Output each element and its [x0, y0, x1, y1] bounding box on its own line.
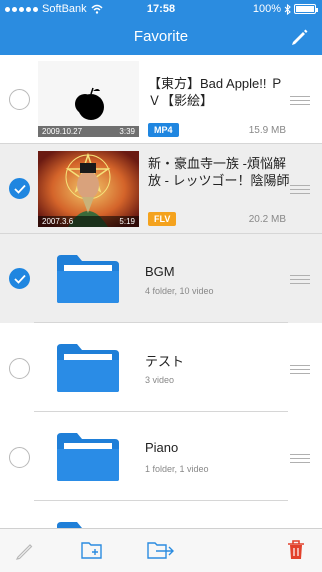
- folder-name: テスト: [145, 354, 185, 369]
- format-badge: MP4: [148, 123, 179, 137]
- video-title: 【東方】Bad Apple!! ＰＶ【影絵】: [148, 76, 284, 108]
- pencil-icon[interactable]: [14, 539, 36, 561]
- select-checkbox[interactable]: [9, 89, 30, 110]
- folder-info: 1 folder, 1 video: [145, 464, 209, 474]
- video-thumbnail: 2009.10.27 3:39: [38, 61, 139, 137]
- video-row[interactable]: 2007.3.6 5:19 新・豪血寺一族 -煩悩解放 - レッツゴー！陰陽師 …: [0, 144, 322, 234]
- folder-row[interactable]: テスト 3 video: [0, 323, 322, 412]
- file-size: 20.2 MB: [248, 214, 286, 225]
- favorite-list: 2009.10.27 3:39 【東方】Bad Apple!! ＰＶ【影絵】 M…: [0, 55, 322, 528]
- video-duration: 3:39: [119, 127, 135, 136]
- reorder-handle-icon[interactable]: [290, 365, 310, 377]
- folder-row[interactable]: [0, 501, 322, 528]
- select-checkbox[interactable]: [9, 178, 30, 199]
- folder-name: BGM: [145, 264, 175, 279]
- select-checkbox[interactable]: [9, 268, 30, 289]
- reorder-handle-icon[interactable]: [290, 275, 310, 287]
- folder-info: 4 folder, 10 video: [145, 286, 214, 296]
- reorder-handle-icon[interactable]: [290, 454, 310, 466]
- folder-name: Piano: [145, 440, 179, 455]
- bluetooth-icon: [284, 3, 291, 15]
- select-checkbox[interactable]: [9, 358, 30, 379]
- video-title: 新・豪血寺一族 -煩悩解放 - レッツゴー！陰陽師: [148, 156, 290, 188]
- folder-row[interactable]: BGM 4 folder, 10 video: [0, 234, 322, 323]
- trash-icon[interactable]: [286, 539, 306, 561]
- video-date: 2009.10.27: [42, 127, 83, 136]
- move-icon[interactable]: [146, 539, 176, 561]
- status-bar: SoftBank 17:58 100%: [0, 0, 322, 18]
- folder-row[interactable]: Piano 1 folder, 1 video: [0, 412, 322, 501]
- video-duration: 5:19: [119, 217, 135, 226]
- page-title: Favorite: [133, 28, 189, 45]
- battery-icon: [294, 4, 318, 14]
- new-folder-icon[interactable]: [80, 539, 104, 561]
- format-badge: FLV: [148, 212, 177, 226]
- bottom-toolbar: [0, 528, 322, 572]
- battery-percent: 100%: [252, 3, 281, 15]
- folder-icon: [57, 344, 119, 392]
- edit-pencil-icon[interactable]: [288, 25, 310, 47]
- nav-bar: Favorite: [0, 18, 322, 55]
- video-row[interactable]: 2009.10.27 3:39 【東方】Bad Apple!! ＰＶ【影絵】 M…: [0, 55, 322, 144]
- folder-icon: [57, 255, 119, 303]
- file-size: 15.9 MB: [248, 125, 286, 136]
- folder-info: 3 video: [145, 375, 175, 385]
- select-checkbox[interactable]: [9, 447, 30, 468]
- folder-icon: [57, 433, 119, 481]
- video-date: 2007.3.6: [42, 217, 74, 226]
- status-right: 100%: [252, 3, 318, 15]
- video-thumbnail: 2007.3.6 5:19: [38, 151, 139, 227]
- reorder-handle-icon[interactable]: [290, 96, 310, 108]
- folder-icon: [57, 522, 115, 528]
- reorder-handle-icon[interactable]: [290, 185, 310, 197]
